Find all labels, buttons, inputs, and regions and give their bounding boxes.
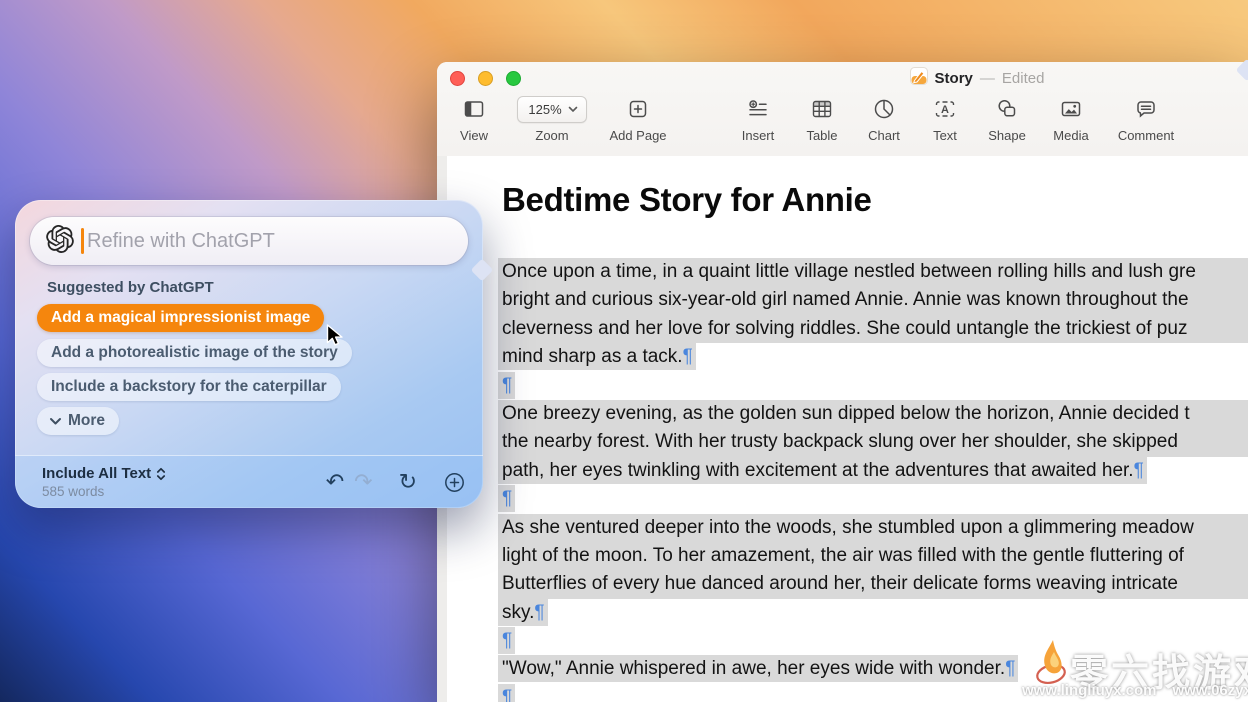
document-empty-line[interactable]: ¶ — [498, 684, 1248, 702]
text-caret — [81, 228, 84, 254]
pilcrow-mark: ¶ — [502, 630, 512, 651]
pilcrow-mark: ¶ — [502, 488, 512, 509]
text-box-icon: A — [933, 96, 957, 122]
pages-window: Story — Edited View 125% — [437, 62, 1248, 702]
input-placeholder: Refine with ChatGPT — [87, 230, 275, 253]
plus-circle-icon — [444, 472, 465, 493]
document-text-line[interactable]: One breezy evening, as the golden sun di… — [498, 400, 1248, 428]
toolbar-button-media[interactable]: Media — [1033, 96, 1109, 142]
chatgpt-prompt-input[interactable]: Refine with ChatGPT — [30, 217, 468, 265]
pilcrow-mark: ¶ — [502, 375, 512, 396]
document-text-line[interactable]: the nearby forest. With her trusty backp… — [498, 428, 1248, 456]
zoom-dropdown[interactable]: 125% — [517, 96, 586, 123]
document-text-line[interactable]: sky.¶ — [498, 599, 1248, 627]
document-text-line[interactable]: mind sharp as a tack.¶ — [498, 343, 1248, 371]
toolbar-button-view[interactable]: View — [436, 96, 512, 142]
suggestion-pill-caterpillar-backstory[interactable]: Include a backstory for the caterpillar — [37, 373, 341, 401]
table-icon — [810, 96, 834, 122]
mouse-cursor — [326, 324, 347, 353]
document-empty-line[interactable]: ¶ — [498, 627, 1248, 655]
panel-footer: Include All Text 585 words ↶ ↷ ↻ — [15, 455, 483, 508]
title-separator: — — [980, 70, 995, 87]
toolbar-button-add-page[interactable]: Add Page — [600, 96, 676, 142]
chevron-down-icon — [568, 106, 578, 113]
document-empty-line[interactable]: ¶ — [498, 485, 1248, 513]
toolbar-button-comment[interactable]: Comment — [1108, 96, 1184, 142]
sidebar-icon — [462, 96, 486, 122]
minimize-button[interactable] — [478, 71, 493, 86]
document-text-line[interactable]: As she ventured deeper into the woods, s… — [498, 514, 1248, 542]
document-title-text: Story — [935, 70, 973, 87]
document-heading[interactable]: Bedtime Story for Annie — [502, 178, 872, 222]
media-icon — [1059, 96, 1083, 122]
regenerate-button[interactable]: ↻ — [399, 471, 417, 493]
undo-button[interactable]: ↶ — [326, 471, 344, 493]
window-titlebar: Story — Edited View 125% — [437, 62, 1248, 157]
insert-icon — [746, 96, 770, 122]
openai-logo-icon — [46, 225, 74, 258]
pilcrow-mark: ¶ — [1005, 658, 1015, 679]
svg-text:A: A — [941, 104, 949, 116]
more-suggestions-button[interactable]: More — [37, 407, 119, 435]
document-empty-line[interactable]: ¶ — [498, 372, 1248, 400]
comment-icon — [1134, 96, 1158, 122]
pilcrow-mark: ¶ — [1134, 460, 1144, 481]
chatgpt-refine-panel: Refine with ChatGPT Suggested by ChatGPT… — [15, 200, 483, 508]
document-text-line[interactable]: path, her eyes twinkling with excitement… — [498, 457, 1248, 485]
document-body: Once upon a time, in a quaint little vil… — [498, 258, 1248, 702]
toolbar-zoom-control[interactable]: 125% Zoom — [514, 96, 590, 142]
add-button[interactable] — [444, 472, 465, 493]
text-scope-selector[interactable]: Include All Text — [42, 465, 166, 482]
pilcrow-mark: ¶ — [683, 346, 693, 367]
document-text-line[interactable]: light of the moon. To her amazement, the… — [498, 542, 1248, 570]
pilcrow-mark: ¶ — [502, 687, 512, 702]
redo-button[interactable]: ↷ — [354, 471, 372, 493]
zoom-value: 125% — [528, 102, 561, 117]
document-text-line[interactable]: "Wow," Annie whispered in awe, her eyes … — [498, 655, 1248, 683]
edited-status: Edited — [1002, 70, 1045, 87]
document-text-line[interactable]: Once upon a time, in a quaint little vil… — [498, 258, 1248, 286]
fullscreen-button[interactable] — [506, 71, 521, 86]
add-page-icon — [626, 96, 650, 122]
document-text-line[interactable]: Butterflies of every hue danced around h… — [498, 570, 1248, 598]
traffic-lights — [450, 71, 521, 86]
suggested-by-label: Suggested by ChatGPT — [47, 279, 214, 296]
window-title: Story — Edited — [817, 68, 1137, 88]
pilcrow-mark: ¶ — [534, 602, 544, 623]
chevron-down-icon — [49, 417, 62, 426]
document-text-line[interactable]: bright and curious six-year-old girl nam… — [498, 286, 1248, 314]
up-down-chevrons-icon — [156, 466, 166, 482]
suggestion-pill-photorealistic-image[interactable]: Add a photorealistic image of the story — [37, 339, 352, 367]
document-text-line[interactable]: cleverness and her love for solving ridd… — [498, 315, 1248, 343]
pages-app-icon — [910, 67, 928, 90]
suggestion-pill-magical-image[interactable]: Add a magical impressionist image — [37, 304, 324, 332]
shapes-icon — [995, 96, 1019, 122]
word-count: 585 words — [42, 484, 166, 499]
document-canvas[interactable]: Bedtime Story for Annie Once upon a time… — [437, 156, 1248, 702]
close-button[interactable] — [450, 71, 465, 86]
desktop-screen: Story — Edited View 125% — [0, 0, 1248, 702]
pie-chart-icon — [872, 96, 896, 122]
